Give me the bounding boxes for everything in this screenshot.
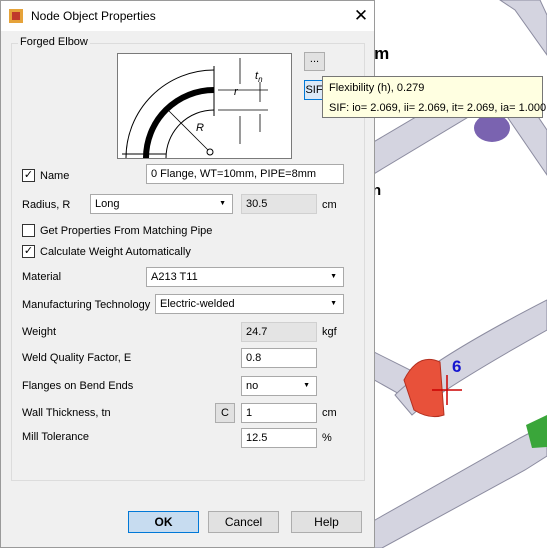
calc-c-button[interactable]: C	[215, 403, 235, 423]
name-input[interactable]: 0 Flange, WT=10mm, PIPE=8mm	[146, 164, 344, 184]
node-properties-dialog: Node Object Properties ✕ Forged Elbow r …	[0, 0, 375, 548]
tooltip-flexibility: Flexibility (h), 0.279	[329, 82, 425, 94]
radius-select[interactable]: Long ▼	[90, 194, 233, 214]
cancel-button[interactable]: Cancel	[208, 511, 279, 533]
chevron-down-icon: ▼	[219, 200, 226, 207]
radius-label: Radius, R	[22, 199, 71, 211]
mill-tolerance-unit: %	[322, 432, 332, 444]
chevron-down-icon: ▼	[330, 300, 337, 307]
elbow-diagram-drawing	[122, 58, 268, 159]
diagram-tn-label: tn	[255, 70, 263, 85]
flanges-label: Flanges on Bend Ends	[22, 380, 134, 392]
sif-tooltip: Flexibility (h), 0.279 SIF: io= 2.069, i…	[322, 76, 547, 118]
mill-tolerance-input[interactable]: 12.5	[241, 428, 317, 448]
material-label: Material	[22, 271, 62, 283]
radius-unit: cm	[322, 199, 337, 211]
group-label: Forged Elbow	[18, 36, 90, 48]
wall-thickness-input[interactable]: 1	[241, 403, 317, 423]
diagram-r-label: r	[234, 86, 238, 98]
weld-input[interactable]: 0.8	[241, 348, 317, 368]
viewport-node-label: 6	[452, 357, 462, 376]
elbow-diagram: r tn R	[117, 53, 292, 159]
weight-unit: kgf	[322, 326, 337, 338]
dialog-title: Node Object Properties	[31, 9, 156, 23]
app-icon	[9, 9, 23, 23]
diagram-R-label: R	[196, 122, 204, 134]
calc-weight-checkbox[interactable]: ✓	[22, 245, 35, 258]
wall-thickness-unit: cm	[322, 407, 337, 419]
manufacturing-select[interactable]: Electric-welded ▼	[155, 294, 344, 314]
ok-button[interactable]: OK	[128, 511, 199, 533]
help-button[interactable]: Help	[291, 511, 362, 533]
tooltip-sif: SIF: io= 2.069, ii= 2.069, it= 2.069, ia…	[329, 102, 547, 114]
get-props-checkbox[interactable]	[22, 224, 35, 237]
material-select[interactable]: A213 T11 ▼	[146, 267, 344, 287]
sif-button[interactable]: SIF	[304, 80, 324, 100]
radius-value[interactable]: 30.5	[241, 194, 317, 214]
close-button[interactable]: ✕	[349, 5, 373, 27]
get-props-label: Get Properties From Matching Pipe	[40, 225, 213, 237]
flanges-select[interactable]: no ▼	[241, 376, 317, 396]
wall-thickness-label: Wall Thickness, tn	[22, 407, 111, 419]
weight-value[interactable]: 24.7	[241, 322, 317, 342]
browse-button[interactable]: ...	[304, 52, 325, 71]
calc-weight-label: Calculate Weight Automatically	[40, 246, 191, 258]
chevron-down-icon: ▼	[303, 382, 310, 389]
name-checkbox[interactable]: ✓	[22, 169, 35, 182]
chevron-down-icon: ▼	[330, 273, 337, 280]
mill-tolerance-label: Mill Tolerance	[22, 431, 90, 443]
name-label: Name	[40, 170, 70, 182]
weld-label: Weld Quality Factor, E	[22, 352, 132, 364]
manufacturing-label: Manufacturing Technology	[22, 299, 151, 311]
title-bar[interactable]: Node Object Properties ✕	[1, 1, 374, 31]
weight-label: Weight	[22, 326, 57, 338]
